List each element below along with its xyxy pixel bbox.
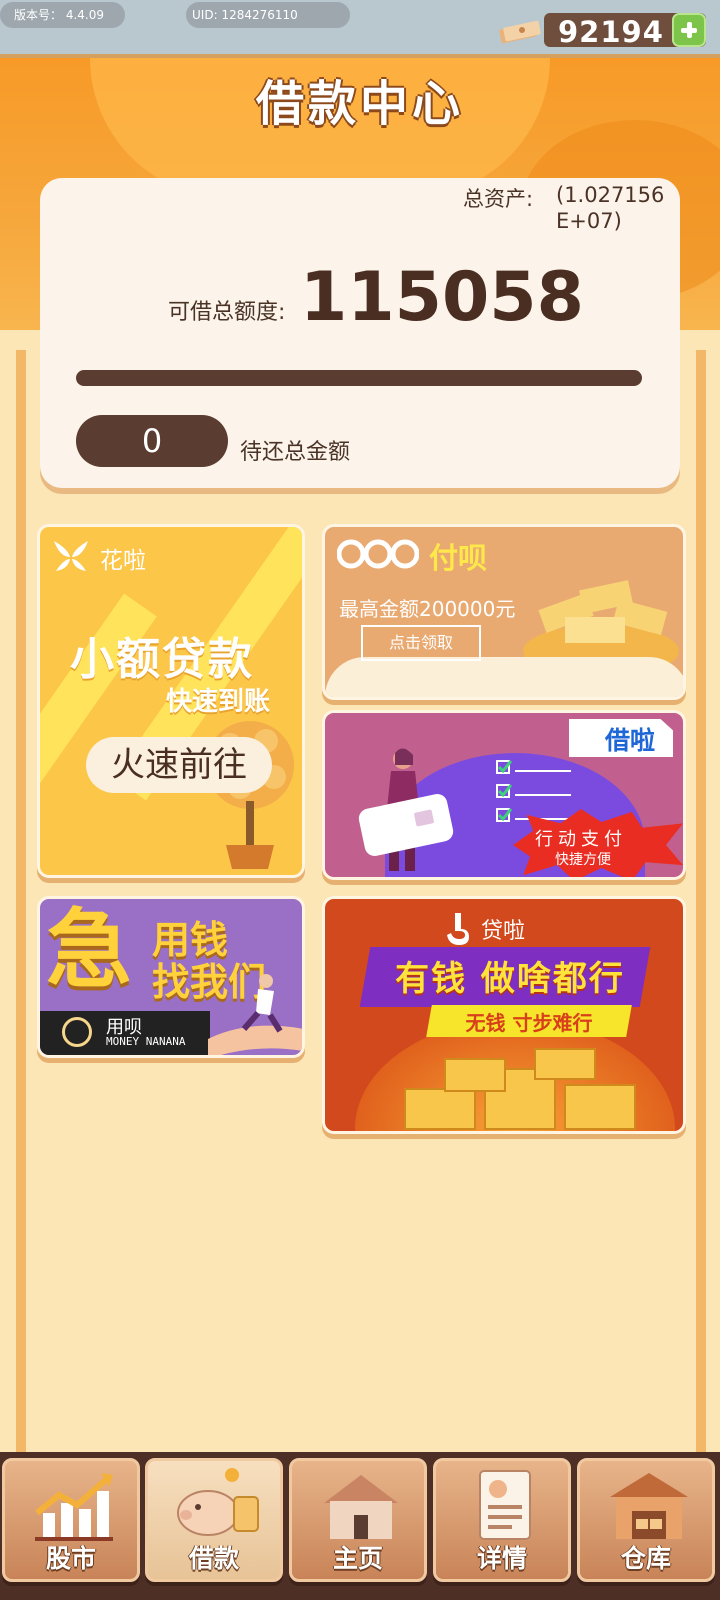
profile-document-icon <box>479 1470 531 1540</box>
fubei-brand-name: 付呗 <box>429 541 488 575</box>
nav-label-loan: 借款 <box>188 1544 239 1573</box>
cloud-decoration <box>325 657 683 697</box>
nav-item-home[interactable]: 主页 <box>289 1458 427 1582</box>
uid-pill: UID: 1284276110 <box>186 2 350 28</box>
yongbei-urgent-char: 急 <box>46 900 132 1000</box>
loan-summary-card: 总资产: (1.027156E+07) 可借总额度: 115058 0 待还总金… <box>40 178 680 488</box>
yongbei-brand-en: MONEY NANANA <box>106 1035 186 1048</box>
total-assets-label: 总资产: <box>463 187 534 211</box>
loan-card-huala[interactable]: 花啦 小额贷款 快速到账 火速前往 <box>37 524 305 878</box>
amount-owed-label: 待还总金额 <box>240 440 351 465</box>
nav-item-stock[interactable]: 股市 <box>2 1458 140 1582</box>
status-bar: 版本号： 4.4.09 UID: 1284276110 92194 <box>0 0 720 58</box>
running-man-icon <box>208 974 302 1055</box>
nav-label-details: 详情 <box>476 1544 527 1573</box>
nav-item-loan[interactable]: 借款 <box>145 1458 283 1582</box>
coin-logo-icon <box>62 1017 92 1047</box>
huala-go-button[interactable]: 火速前往 <box>86 737 272 793</box>
daila-slogan-line1: 有钱 做啥都行 <box>395 959 625 999</box>
huala-subtitle: 快速到账 <box>166 687 271 717</box>
fubei-max-amount: 最高金额200000元 <box>339 597 516 621</box>
version-label: 版本号： <box>14 8 63 22</box>
fubei-claim-button[interactable]: 点击领取 <box>361 625 481 661</box>
huala-title: 小额贷款 <box>70 634 254 685</box>
nav-item-details[interactable]: 详情 <box>433 1458 571 1582</box>
credit-limit-value: 115058 <box>300 258 584 337</box>
jiela-slogan: 行动支付 <box>535 829 627 850</box>
amount-owed-value: 0 <box>76 415 228 467</box>
total-assets-value: (1.027156E+07) <box>556 183 665 233</box>
coin-balance: 92194 <box>544 13 706 49</box>
jiela-subslogan: 快捷方便 <box>555 852 611 868</box>
add-coins-button[interactable] <box>672 13 706 47</box>
jiela-brand-name: 借啦 <box>604 726 655 755</box>
coin-balance-value: 92194 <box>558 15 664 49</box>
loan-card-jiela[interactable]: 借啦 行动支付 快捷方便 <box>322 710 686 880</box>
huala-brand-name: 花啦 <box>100 548 146 574</box>
uid-label: UID: <box>192 8 218 22</box>
loan-card-yongbei[interactable]: 急 用钱 找我们 用呗 MONEY NANANA <box>37 896 305 1058</box>
daila-brand-name: 贷啦 <box>481 919 526 944</box>
daila-slogan-line2: 无钱 寸步难行 <box>465 1011 593 1035</box>
house-icon <box>324 1475 398 1539</box>
version-pill: 版本号： 4.4.09 <box>0 2 125 28</box>
woman-with-card-icon <box>358 748 454 871</box>
nav-label-warehouse: 仓库 <box>620 1544 671 1573</box>
cash-stack-icon <box>499 20 541 44</box>
credit-limit-label: 可借总额度: <box>168 300 286 325</box>
checklist-icon <box>496 760 571 822</box>
hand-logo-icon <box>447 913 469 945</box>
loan-card-daila[interactable]: 贷啦 有钱 做啥都行 无钱 寸步难行 <box>322 896 686 1134</box>
page-title: 借款中心 <box>255 76 464 132</box>
money-stack-icon <box>404 1048 636 1130</box>
nav-item-warehouse[interactable]: 仓库 <box>577 1458 715 1582</box>
nav-label-stock: 股市 <box>45 1544 96 1573</box>
version-value: 4.4.09 <box>65 8 105 22</box>
credit-limit-bar <box>76 370 642 386</box>
warehouse-icon <box>610 1473 688 1539</box>
piggy-bank-icon <box>177 1468 259 1536</box>
loan-card-fubei[interactable]: 付呗 最高金额200000元 点击领取 <box>322 524 686 700</box>
nav-label-home: 主页 <box>332 1544 383 1573</box>
triple-ring-logo-icon <box>337 539 419 569</box>
stock-chart-icon <box>35 1473 113 1541</box>
uid-value: 1284276110 <box>221 8 298 22</box>
flower-logo-icon <box>54 541 88 571</box>
